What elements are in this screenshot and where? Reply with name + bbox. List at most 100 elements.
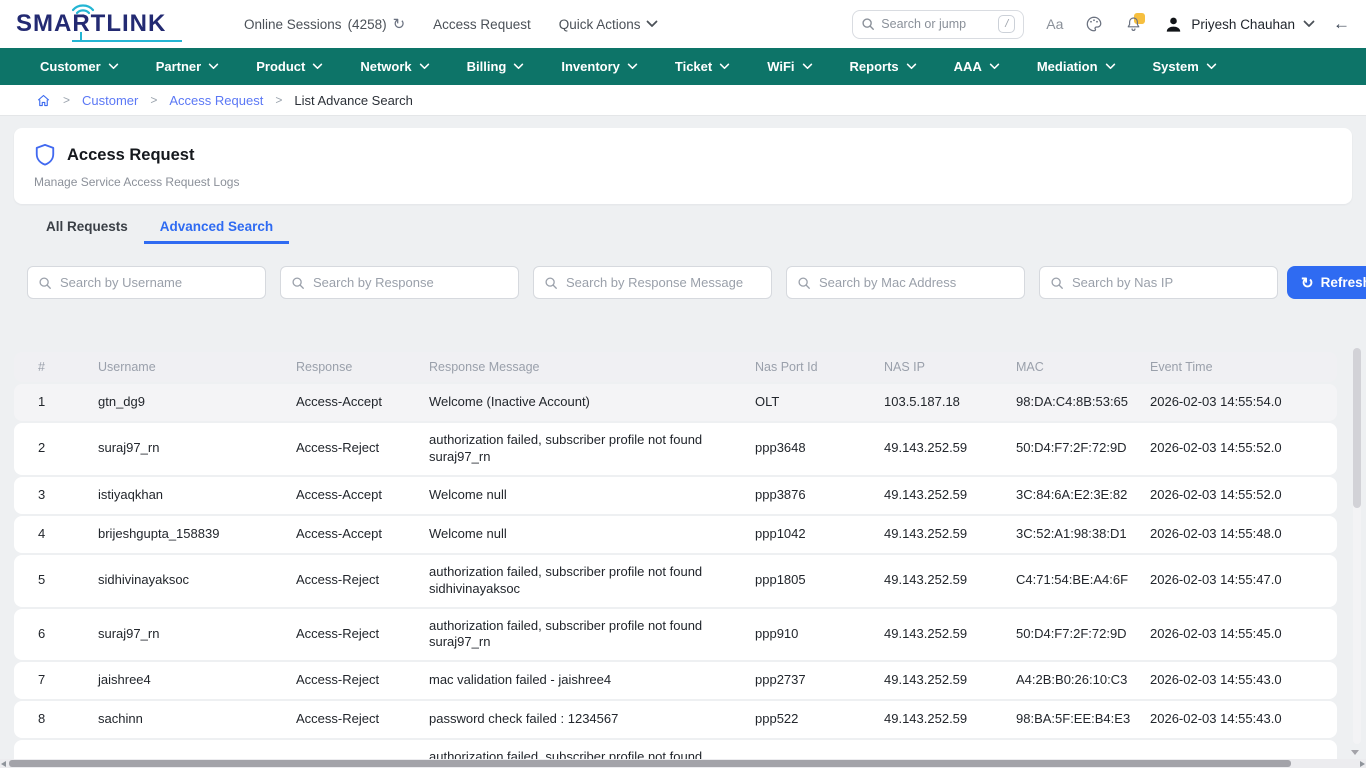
logo-underline <box>72 40 182 42</box>
filter-search-input[interactable] <box>819 275 1014 290</box>
column-header[interactable]: Response Message <box>429 360 755 374</box>
cell-nas-ip: 49.143.252.59 <box>884 626 1016 643</box>
filter-search-input[interactable] <box>1072 275 1267 290</box>
nav-item[interactable]: System <box>1153 59 1217 74</box>
nav-item[interactable]: Partner <box>156 59 220 74</box>
search-icon <box>797 276 811 290</box>
nav-item[interactable]: Customer <box>40 59 119 74</box>
nav-item[interactable]: WiFi <box>767 59 812 74</box>
nav-item[interactable]: AAA <box>954 59 1000 74</box>
column-header[interactable]: Response <box>296 360 429 374</box>
breadcrumb-access-request[interactable]: Access Request <box>169 93 263 108</box>
filter-search-input[interactable] <box>60 275 255 290</box>
table-row[interactable]: 5 sidhivinayaksoc Access-Reject authoriz… <box>14 555 1337 607</box>
cell-index: 1 <box>38 394 98 411</box>
cell-username: brijeshgupta_158839 <box>98 526 296 543</box>
table-row[interactable]: 1 gtn_dg9 Access-Accept Welcome (Inactiv… <box>14 384 1337 421</box>
filter-search-input[interactable] <box>313 275 508 290</box>
cell-index: 6 <box>38 626 98 643</box>
cell-event-time: 2026-02-03 14:55:52.0 <box>1150 440 1337 457</box>
wifi-signal-icon <box>70 1 96 17</box>
chevron-down-icon <box>1105 63 1116 70</box>
cell-mac: 98:BA:5F:EE:B4:E3 <box>1016 711 1150 728</box>
notifications-bell-icon[interactable] <box>1125 15 1142 33</box>
filter-search-field[interactable] <box>786 266 1025 299</box>
cell-username: suraj97_rn <box>98 626 296 643</box>
smartlink-logo[interactable]: SMARTLINK <box>16 4 188 44</box>
nav-item[interactable]: Network <box>360 59 429 74</box>
cell-nas-port-id: ppp3648 <box>755 440 884 457</box>
column-header[interactable]: # <box>38 360 98 374</box>
page-title: Access Request <box>67 146 194 165</box>
filter-search-field[interactable] <box>533 266 772 299</box>
cell-nas-ip: 49.143.252.59 <box>884 487 1016 504</box>
cell-nas-ip: 49.143.252.59 <box>884 711 1016 728</box>
refresh-button[interactable]: ↻ Refresh <box>1287 266 1366 299</box>
font-size-icon[interactable]: Aa <box>1046 16 1063 32</box>
cell-response-message: Welcome null <box>429 487 734 504</box>
home-icon[interactable] <box>36 93 51 108</box>
chevron-down-icon <box>108 63 119 70</box>
breadcrumb-separator: > <box>275 93 282 107</box>
cell-response: Access-Reject <box>296 711 429 728</box>
global-search[interactable]: / <box>852 10 1024 39</box>
online-sessions-link[interactable]: Online Sessions (4258) ↻ <box>244 15 405 33</box>
breadcrumb-customer[interactable]: Customer <box>82 93 138 108</box>
nav-item[interactable]: Reports <box>850 59 917 74</box>
cell-mac: 50:D4:F7:2F:72:9D <box>1016 440 1150 457</box>
refresh-button-label: Refresh <box>1321 275 1366 290</box>
cell-response: Access-Reject <box>296 626 429 643</box>
cell-nas-ip: 49.143.252.59 <box>884 526 1016 543</box>
column-header[interactable]: Event Time <box>1150 360 1337 374</box>
scroll-left-arrow-icon[interactable] <box>1 761 6 767</box>
column-header[interactable]: NAS IP <box>884 360 1016 374</box>
access-request-table: # Username Response Response Message Nas… <box>14 352 1337 768</box>
theme-palette-icon[interactable] <box>1085 15 1103 33</box>
chevron-down-icon <box>1206 63 1217 70</box>
breadcrumb-current: List Advance Search <box>294 93 413 108</box>
cell-response-message: authorization failed, subscriber profile… <box>429 564 734 598</box>
nav-item[interactable]: Mediation <box>1037 59 1116 74</box>
table-row[interactable]: 3 istiyaqkhan Access-Accept Welcome null… <box>14 477 1337 514</box>
shield-icon <box>34 143 56 167</box>
column-header[interactable]: Nas Port Id <box>755 360 884 374</box>
vertical-scrollbar[interactable] <box>1353 348 1361 744</box>
tab-advanced-search[interactable]: Advanced Search <box>144 214 289 244</box>
cell-nas-port-id: ppp910 <box>755 626 884 643</box>
back-arrow-icon[interactable]: ← <box>1333 14 1350 34</box>
nav-item[interactable]: Product <box>256 59 323 74</box>
horizontal-scrollbar[interactable] <box>0 759 1366 768</box>
scroll-down-arrow-icon[interactable] <box>1351 750 1359 755</box>
user-menu[interactable]: Priyesh Chauhan <box>1164 15 1315 34</box>
cell-response-message: Welcome null <box>429 526 734 543</box>
cell-response: Access-Accept <box>296 487 429 504</box>
table-row[interactable]: 2 suraj97_rn Access-Reject authorization… <box>14 423 1337 475</box>
filter-search-field[interactable] <box>1039 266 1278 299</box>
table-row[interactable]: 6 suraj97_rn Access-Reject authorization… <box>14 609 1337 661</box>
nav-item-label: Mediation <box>1037 59 1098 74</box>
horizontal-scrollbar-thumb[interactable] <box>9 760 1291 767</box>
table-row[interactable]: 7 jaishree4 Access-Reject mac validation… <box>14 662 1337 699</box>
table-row[interactable]: 8 sachinn Access-Reject password check f… <box>14 701 1337 738</box>
nav-item[interactable]: Billing <box>467 59 525 74</box>
refresh-sessions-icon[interactable]: ↻ <box>393 15 406 33</box>
page-subtitle: Manage Service Access Request Logs <box>34 175 1332 189</box>
filter-search-input[interactable] <box>566 275 761 290</box>
nav-item[interactable]: Ticket <box>675 59 730 74</box>
filter-search-field[interactable] <box>27 266 266 299</box>
filter-search-field[interactable] <box>280 266 519 299</box>
access-request-link[interactable]: Access Request <box>433 17 531 32</box>
tab-all-requests[interactable]: All Requests <box>30 214 144 244</box>
column-header[interactable]: MAC <box>1016 360 1150 374</box>
nav-item[interactable]: Inventory <box>561 59 638 74</box>
global-search-input[interactable] <box>881 17 967 31</box>
breadcrumb-separator: > <box>150 93 157 107</box>
quick-actions-menu[interactable]: Quick Actions <box>559 17 658 32</box>
scroll-right-arrow-icon[interactable] <box>1360 761 1365 767</box>
column-header[interactable]: Username <box>98 360 296 374</box>
table-row[interactable]: 4 brijeshgupta_158839 Access-Accept Welc… <box>14 516 1337 553</box>
tabs: All Requests Advanced Search <box>14 214 1352 244</box>
vertical-scrollbar-thumb[interactable] <box>1353 348 1361 508</box>
chevron-down-icon <box>719 63 730 70</box>
search-shortcut-badge: / <box>998 15 1015 33</box>
